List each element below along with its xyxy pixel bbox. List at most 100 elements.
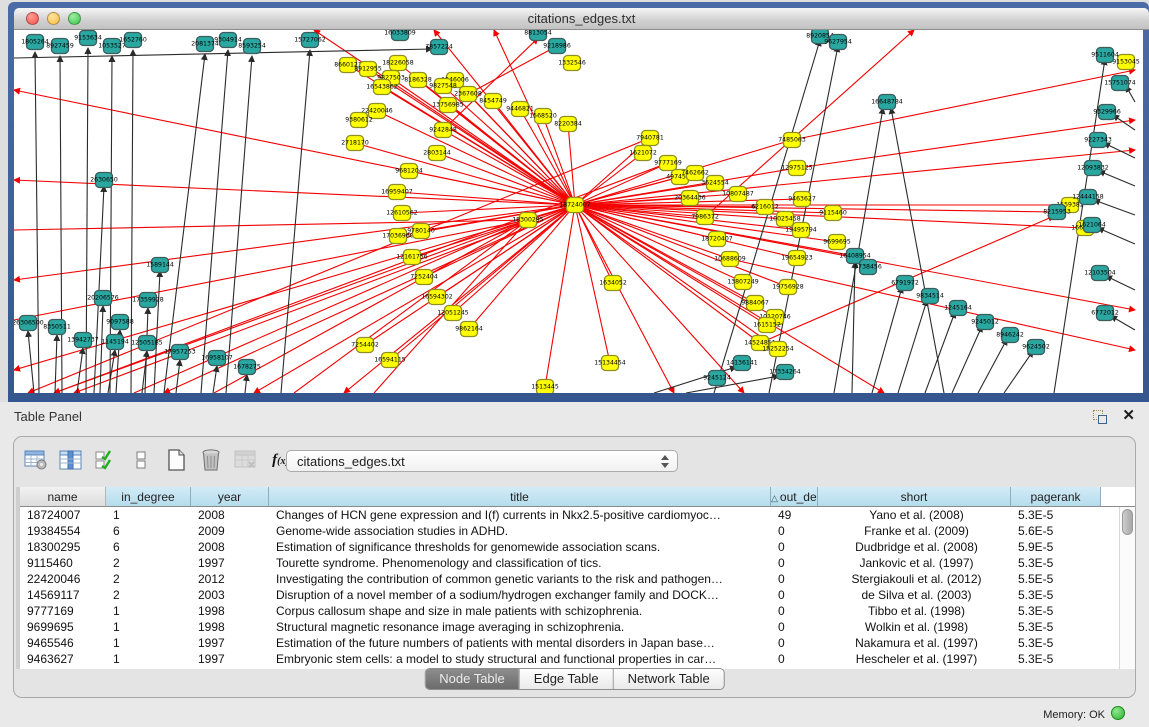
graph-node[interactable]: 9624502 [1022, 340, 1050, 355]
graph-node[interactable]: 7857224 [425, 40, 453, 55]
svg-text:3624554: 3624554 [701, 180, 729, 187]
column-header-in_degree[interactable]: in_degree [106, 487, 191, 507]
graph-node[interactable]: 9777169 [654, 156, 682, 171]
cell-out_de: 0 [771, 603, 818, 619]
tab-node-table[interactable]: Node Table [425, 669, 520, 689]
table-source-select[interactable]: citations_edges.txt [286, 450, 678, 472]
graph-node[interactable]: 12975125 [781, 161, 813, 176]
graph-node[interactable]: 7940781 [636, 131, 664, 146]
graph-node[interactable]: 1634052 [599, 276, 627, 291]
svg-text:10688609: 10688609 [714, 256, 746, 263]
svg-text:8946242: 8946242 [996, 332, 1024, 339]
graph-node[interactable]: 20206576 [87, 291, 119, 306]
graph-node[interactable]: 7485063 [778, 133, 806, 148]
network-canvas[interactable]: 1872400718300295866012389129551822605898… [14, 30, 1143, 393]
graph-node[interactable]: 3624554 [701, 176, 729, 191]
table-row[interactable]: 1938455462009Genome-wide association stu… [20, 523, 1135, 539]
close-panel-icon[interactable]: ✕ [1122, 407, 1135, 425]
table-row[interactable]: 969969511998Structural magnetic resonanc… [20, 619, 1135, 635]
graph-node[interactable]: 8946242 [996, 328, 1024, 343]
graph-node[interactable]: 6216012 [751, 200, 779, 215]
column-header-name[interactable]: name [20, 487, 106, 507]
graph-node[interactable]: 9245124 [703, 371, 731, 386]
graph-node[interactable]: 8454749 [479, 94, 507, 109]
table-settings-button[interactable] [22, 447, 49, 474]
graph-node[interactable]: 2803144 [423, 146, 451, 161]
table-row[interactable]: 1830029562008Estimation of significance … [20, 539, 1135, 555]
graph-node[interactable]: 9463627 [788, 192, 816, 207]
cell-name: 9463627 [20, 651, 106, 667]
svg-text:6216012: 6216012 [751, 204, 779, 211]
graph-edge [872, 287, 902, 393]
column-header-out_de[interactable]: △out_de… [771, 487, 818, 507]
graph-node[interactable]: 7254402 [351, 338, 379, 353]
graph-node[interactable]: 9115460 [819, 206, 847, 221]
graph-node[interactable]: 16594115 [374, 353, 406, 368]
cell-in_degree: 6 [106, 523, 191, 539]
table-panel: Table Panel ✕ [0, 402, 1149, 727]
select-all-columns-button[interactable] [92, 447, 119, 474]
graph-node[interactable]: 1513445 [531, 380, 559, 394]
graph-node[interactable]: 2630650 [90, 173, 118, 188]
graph-node[interactable]: 1332546 [558, 56, 586, 71]
graph-node[interactable]: 13942737 [67, 333, 99, 348]
graph-node[interactable]: 12051245 [437, 306, 469, 321]
graph-node[interactable]: 8927459 [46, 39, 74, 54]
cell-name: 18724007 [20, 507, 106, 523]
graph-node[interactable]: 8350511 [43, 320, 71, 335]
graph-node[interactable]: 8220384 [554, 117, 582, 132]
graph-node[interactable]: 10807487 [722, 187, 754, 202]
graph-node[interactable]: 1589144 [146, 258, 174, 273]
table-row[interactable]: 1456911722003Disruption of a novel membe… [20, 587, 1135, 603]
graph-node[interactable]: 9862164 [455, 322, 483, 337]
table-row[interactable]: 977716911998Corpus callosum shape and si… [20, 603, 1135, 619]
graph-node[interactable]: 16033809 [384, 30, 416, 41]
graph-node[interactable]: 9245012 [971, 315, 999, 330]
trash-icon [199, 448, 223, 472]
show-columns-button[interactable] [57, 447, 84, 474]
column-header-year[interactable]: year [191, 487, 269, 507]
window-titlebar[interactable]: citations_edges.txt [14, 8, 1149, 30]
table-row[interactable]: 946362711997Embryonic stem cells: a mode… [20, 651, 1135, 667]
tab-edge-table[interactable]: Edge Table [520, 669, 614, 689]
vertical-scrollbar[interactable] [1119, 507, 1135, 669]
delete-column-button[interactable] [197, 447, 224, 474]
graph-node[interactable]: 10688609 [714, 252, 746, 267]
svg-text:20364436: 20364436 [674, 195, 706, 202]
graph-node[interactable]: 8593254 [238, 39, 266, 54]
column-header-title[interactable]: title [269, 487, 771, 507]
graph-node[interactable]: 9681204 [395, 164, 423, 179]
graph-node[interactable]: 12610562 [386, 206, 418, 221]
create-column-button[interactable] [162, 447, 189, 474]
clear-column-selection-button[interactable] [127, 447, 154, 474]
graph-node[interactable]: 1678275 [233, 360, 261, 375]
graph-node[interactable]: 1621072 [629, 146, 657, 161]
graph-node[interactable]: 6791972 [891, 276, 919, 291]
graph-node[interactable]: 15751074 [1104, 76, 1136, 91]
table-row[interactable]: 946554611997Estimation of the future num… [20, 635, 1135, 651]
graph-node[interactable]: 16648784 [871, 95, 903, 110]
svg-text:18226058: 18226058 [382, 60, 414, 67]
tab-network-table[interactable]: Network Table [614, 669, 724, 689]
graph-node[interactable]: 19654923 [781, 251, 813, 266]
graph-node[interactable]: 8813054 [524, 30, 552, 41]
graph-node[interactable]: 15134454 [594, 356, 626, 371]
graph-node[interactable]: 1245164 [944, 301, 972, 316]
scrollbar-thumb[interactable] [1122, 509, 1133, 535]
table-row[interactable]: 911546021997Tourette syndrome. Phenomeno… [20, 555, 1135, 571]
graph-node[interactable]: 8186328 [404, 73, 432, 88]
column-header-short[interactable]: short [818, 487, 1011, 507]
graph-node[interactable]: 18226058 [382, 56, 414, 71]
graph-node[interactable]: 1145194 [101, 335, 129, 350]
column-header-pagerank[interactable]: pagerank [1011, 487, 1101, 507]
graph-node[interactable]: 1805264 [21, 35, 49, 50]
table-row[interactable]: 2242004622012Investigating the contribut… [20, 571, 1135, 587]
svg-text:14136141: 14136141 [726, 360, 758, 367]
graph-node[interactable]: 26306500 [14, 316, 44, 331]
panel-title: Table Panel [14, 409, 82, 424]
graph-node[interactable]: 9699695 [823, 235, 851, 250]
graph-node[interactable]: 2718170 [341, 136, 369, 151]
graph-node[interactable]: 19756928 [772, 280, 804, 295]
float-panel-icon[interactable] [1093, 410, 1107, 424]
table-row[interactable]: 1872400712008Changes of HCN gene express… [20, 507, 1135, 523]
